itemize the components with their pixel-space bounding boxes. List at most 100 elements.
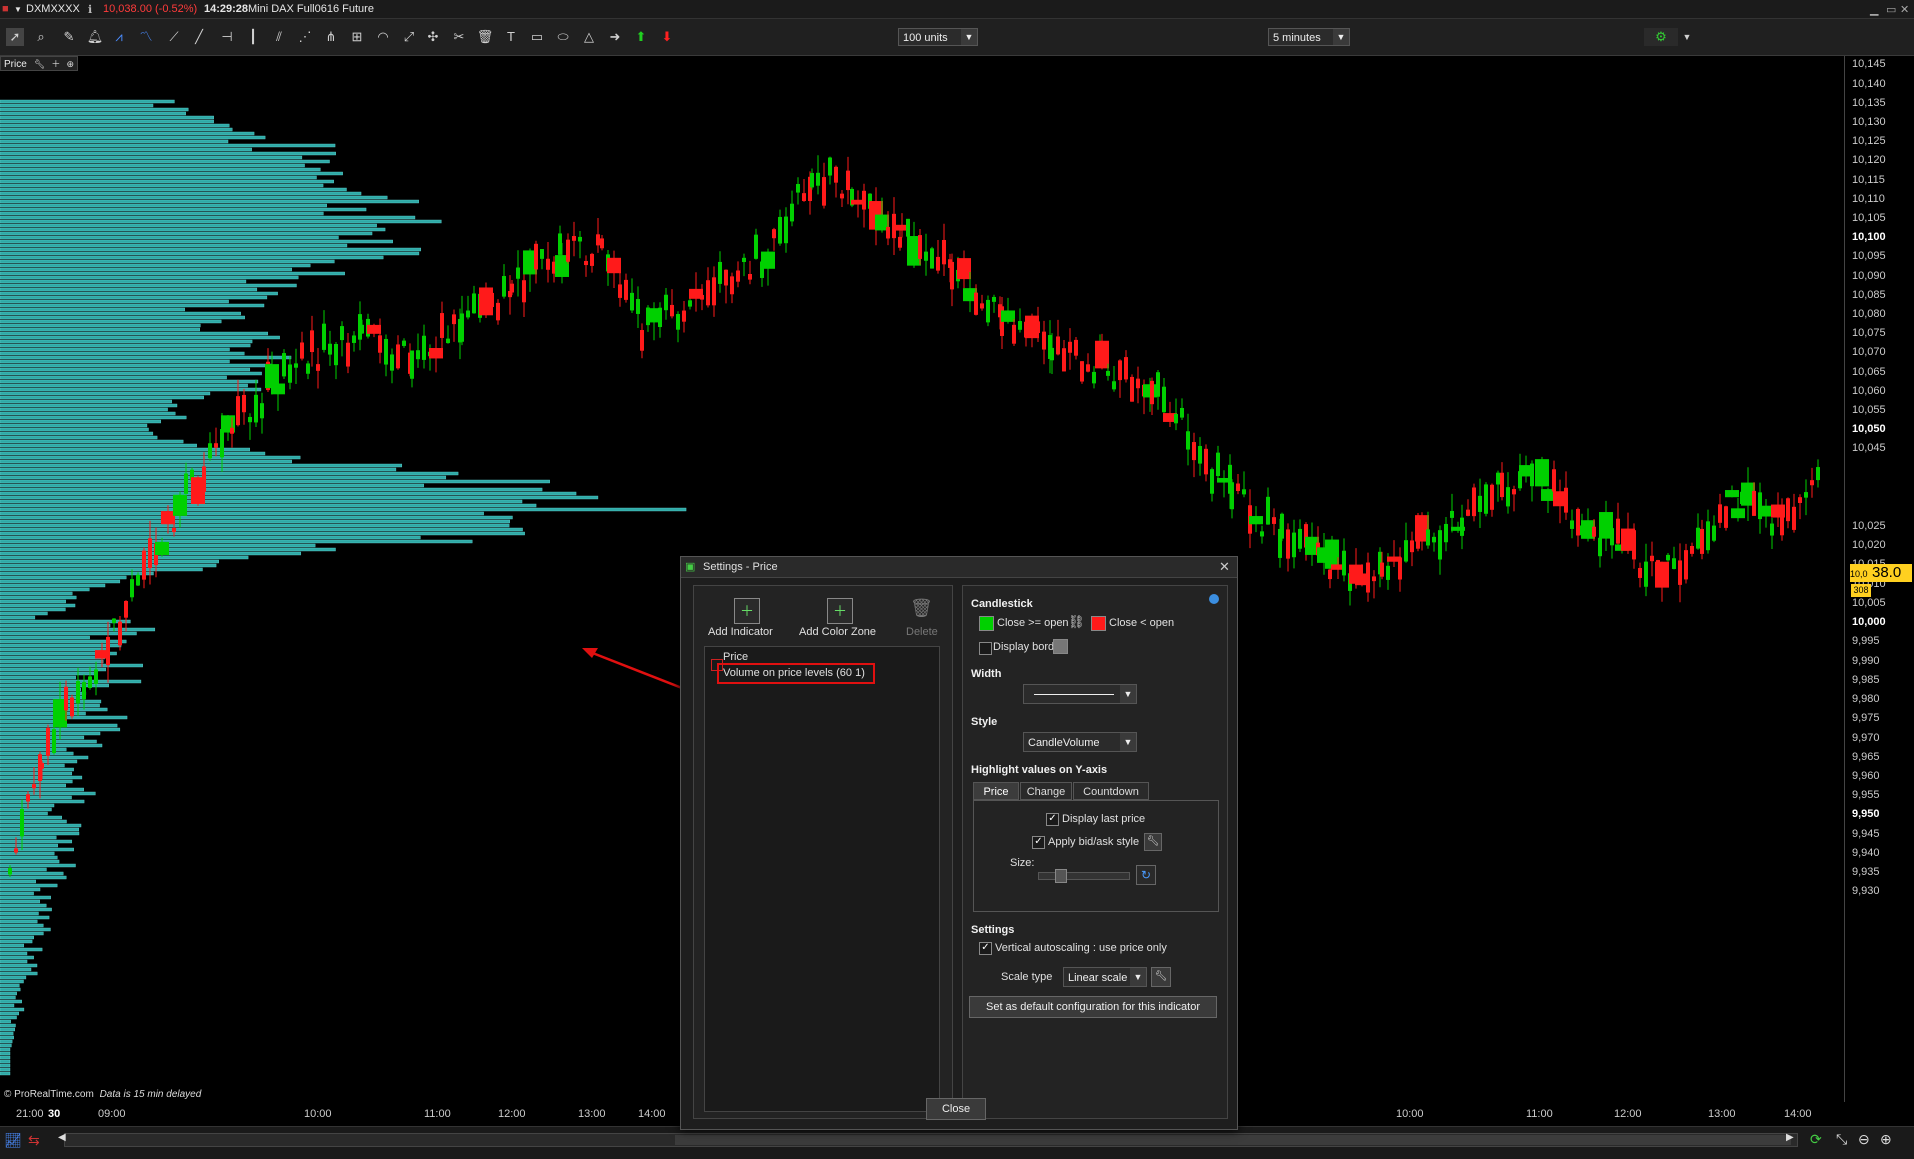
- vertical-autoscaling-checkbox[interactable]: ✓: [979, 942, 992, 955]
- volume-profile-bar: [0, 943, 25, 948]
- reset-size-icon[interactable]: ↻: [1136, 865, 1156, 885]
- price-panel-tab[interactable]: Price 🔧︎ ＋ ⊕: [0, 56, 78, 71]
- set-default-button[interactable]: Set as default configuration for this in…: [969, 996, 1217, 1018]
- chart-type-icon[interactable]: 📈︎: [4, 1132, 22, 1149]
- style-select[interactable]: CandleVolume ▼: [1023, 732, 1137, 752]
- tree-item-volume-on-price-levels[interactable]: Volume on price levels (60 1): [717, 663, 875, 684]
- volume-profile-bar: [0, 103, 154, 108]
- symbol-label[interactable]: DXMXXXX: [26, 3, 80, 15]
- line-icon[interactable]: ╱: [190, 28, 208, 46]
- fibonacci-icon[interactable]: ⊞: [348, 28, 366, 46]
- chart-settings-icon[interactable]: ⚙: [1644, 28, 1678, 46]
- volume-profile-bar: [0, 387, 262, 392]
- up-color-swatch[interactable]: [979, 616, 994, 631]
- scroll-thumb[interactable]: [675, 1135, 1791, 1145]
- scroll-left-icon[interactable]: ◀: [58, 1132, 66, 1143]
- units-select[interactable]: 100 units ▼: [898, 28, 978, 46]
- rectangle-icon[interactable]: ▭: [528, 28, 546, 46]
- candle-body: [942, 239, 946, 265]
- scale-type-select[interactable]: Linear scale ▼: [1063, 967, 1147, 987]
- pitchfork-icon[interactable]: ⋔: [322, 28, 340, 46]
- time-scrollbar[interactable]: 📈︎ ⇆ ◀ ▶ ⟳ ⤡ ⊖ ⊕: [0, 1126, 1914, 1159]
- info-icon[interactable]: ℹ: [88, 3, 92, 16]
- price-tick-label: 10,025: [1852, 520, 1886, 532]
- candle-body: [70, 697, 74, 717]
- chevron-down-icon[interactable]: ▼: [14, 5, 22, 14]
- channel-icon[interactable]: ⫽: [270, 28, 288, 46]
- help-icon[interactable]: [1209, 594, 1219, 604]
- chevron-down-icon[interactable]: ▼: [1678, 28, 1696, 46]
- cross-icon[interactable]: ✣: [424, 28, 442, 46]
- data-credit: © ProRealTime.com Data is 15 min delayed: [4, 1089, 201, 1100]
- triangle-icon[interactable]: △: [580, 28, 598, 46]
- vertical-line-icon[interactable]: ┃: [244, 28, 262, 46]
- delete-button[interactable]: 🗑︎ Delete: [900, 598, 940, 638]
- add-icon[interactable]: ＋: [51, 59, 60, 69]
- arc-icon[interactable]: ◠: [374, 28, 392, 46]
- arrow-down-icon[interactable]: ⬇: [658, 28, 676, 46]
- wrench-icon[interactable]: 🔧︎: [1151, 967, 1171, 987]
- volume-profile-bar: [0, 475, 447, 480]
- zoom-out-icon[interactable]: ⊖: [1858, 1131, 1870, 1148]
- zigzag-icon[interactable]: ⩘: [110, 28, 128, 46]
- ellipse-icon[interactable]: ⬭: [554, 28, 572, 46]
- add-indicator-button[interactable]: ＋ Add Indicator: [708, 598, 778, 638]
- candle-body: [1328, 569, 1332, 580]
- dialog-title-bar[interactable]: ▣ Settings - Price ✕: [681, 557, 1237, 578]
- trend-icon[interactable]: 〽: [137, 28, 155, 46]
- display-last-price-checkbox[interactable]: ✓: [1046, 813, 1059, 826]
- zoom-in-icon[interactable]: ⊕: [1880, 1131, 1892, 1148]
- pencil-icon[interactable]: ✎: [60, 28, 78, 46]
- move-up-icon[interactable]: ⊕: [66, 59, 74, 69]
- fit-icon[interactable]: ⤡: [1836, 1131, 1847, 1148]
- down-color-swatch[interactable]: [1091, 616, 1106, 631]
- tab-change[interactable]: Change: [1020, 782, 1072, 800]
- arrow-up-icon[interactable]: ⬆: [632, 28, 650, 46]
- horizontal-line-icon[interactable]: ⊣: [218, 28, 236, 46]
- time-tick-label: 12:00: [1614, 1108, 1642, 1120]
- extend-icon[interactable]: ⤢: [400, 28, 418, 46]
- apply-bid-ask-checkbox[interactable]: ✓: [1032, 836, 1045, 849]
- size-slider[interactable]: [1038, 869, 1130, 883]
- tools-icon[interactable]: ✂: [450, 28, 468, 46]
- candle-body: [546, 258, 550, 270]
- add-color-zone-button[interactable]: ＋ Add Color Zone: [799, 598, 879, 638]
- display-border-checkbox[interactable]: [979, 642, 992, 655]
- border-color-swatch[interactable]: [1053, 639, 1068, 654]
- candle-body: [288, 364, 292, 383]
- fan-icon[interactable]: ⋰: [296, 28, 314, 46]
- close-button[interactable]: Close: [926, 1098, 986, 1120]
- candle-body: [202, 466, 206, 492]
- scroll-track[interactable]: [64, 1133, 1798, 1147]
- width-select[interactable]: ▼: [1023, 684, 1137, 704]
- close-window-icon[interactable]: ✕: [1900, 3, 1909, 16]
- style-header: Style: [971, 716, 998, 728]
- candle-body: [1496, 472, 1500, 485]
- scroll-right-icon[interactable]: ▶: [1786, 1132, 1794, 1143]
- candle-body: [846, 170, 850, 191]
- candle-body: [1050, 347, 1054, 361]
- minimize-icon[interactable]: ▁: [1870, 3, 1878, 16]
- pointer-icon[interactable]: ➚: [6, 28, 24, 46]
- reset-view-icon[interactable]: ⟳: [1810, 1131, 1822, 1148]
- volume-profile-bar: [0, 803, 55, 808]
- text-icon[interactable]: T: [502, 28, 520, 46]
- maximize-icon[interactable]: ▭: [1886, 3, 1896, 16]
- trash-icon[interactable]: 🗑︎: [476, 28, 494, 46]
- close-icon[interactable]: ✕: [1219, 559, 1230, 575]
- tab-price[interactable]: Price: [973, 782, 1019, 800]
- wrench-icon[interactable]: 🔧︎: [1144, 833, 1162, 851]
- size-slider-thumb[interactable]: [1055, 869, 1067, 883]
- timeframe-select[interactable]: 5 minutes ▼: [1268, 28, 1350, 46]
- sync-icon[interactable]: ⇆: [28, 1132, 40, 1149]
- ray-icon[interactable]: ⟋: [165, 28, 183, 46]
- volume-profile-bar: [0, 703, 100, 708]
- link-icon[interactable]: ⛓: [1068, 614, 1085, 630]
- volume-profile-bar: [0, 403, 178, 408]
- arrow-right-icon[interactable]: ➜: [606, 28, 624, 46]
- zoom-icon[interactable]: ⌕: [32, 28, 50, 46]
- tree-item-price[interactable]: Price: [723, 651, 748, 663]
- wrench-icon[interactable]: 🔧︎: [34, 59, 45, 69]
- tab-countdown[interactable]: Countdown: [1073, 782, 1149, 800]
- alert-bell-icon[interactable]: 🔔︎: [86, 28, 104, 46]
